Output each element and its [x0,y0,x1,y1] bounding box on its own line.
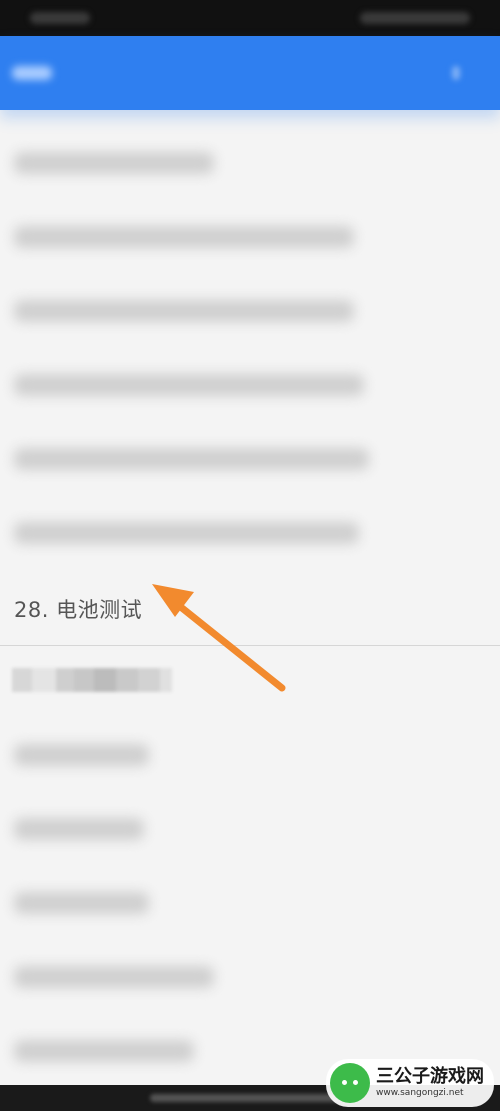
status-bar-time-blurred [30,12,90,24]
list-item-blurred[interactable] [0,350,500,424]
blurred-label [14,892,149,914]
list-item-battery-test[interactable]: 28. 电池测试 [0,572,500,646]
blurred-label [14,818,144,840]
blurred-label [14,300,354,322]
overflow-menu-icon[interactable] [452,66,460,80]
list-item-label: 28. 电池测试 [14,598,143,622]
list-item-blurred[interactable] [0,202,500,276]
watermark-text: 三公子游戏网 www.sangongzi.net [376,1068,484,1098]
pixelated-label [12,668,172,692]
app-bar [0,36,500,110]
list-item-blurred[interactable] [0,424,500,498]
list-item-blurred[interactable] [0,720,500,794]
list-item-blurred[interactable] [0,942,500,1016]
test-list: 28. 电池测试 [0,128,500,1090]
blurred-label [14,152,214,174]
status-bar-indicators-blurred [360,12,470,24]
list-item-blurred[interactable] [0,276,500,350]
blurred-label [14,226,354,248]
status-bar [0,0,500,36]
list-item-pixelated[interactable] [0,646,500,720]
list-item-blurred[interactable] [0,128,500,202]
blurred-label [14,522,359,544]
blurred-label [14,1040,194,1062]
list-item-blurred[interactable] [0,794,500,868]
watermark: 三公子游戏网 www.sangongzi.net [326,1059,494,1107]
watermark-domain: www.sangongzi.net [376,1088,464,1098]
list-item-blurred[interactable] [0,498,500,572]
blurred-label [14,448,369,470]
blurred-label [14,966,214,988]
blurred-label [14,374,364,396]
android-robot-icon [330,1063,370,1103]
watermark-brand: 三公子游戏网 [376,1066,484,1087]
blurred-label [14,744,149,766]
app-bar-title-blurred [12,66,52,80]
list-item-blurred[interactable] [0,868,500,942]
